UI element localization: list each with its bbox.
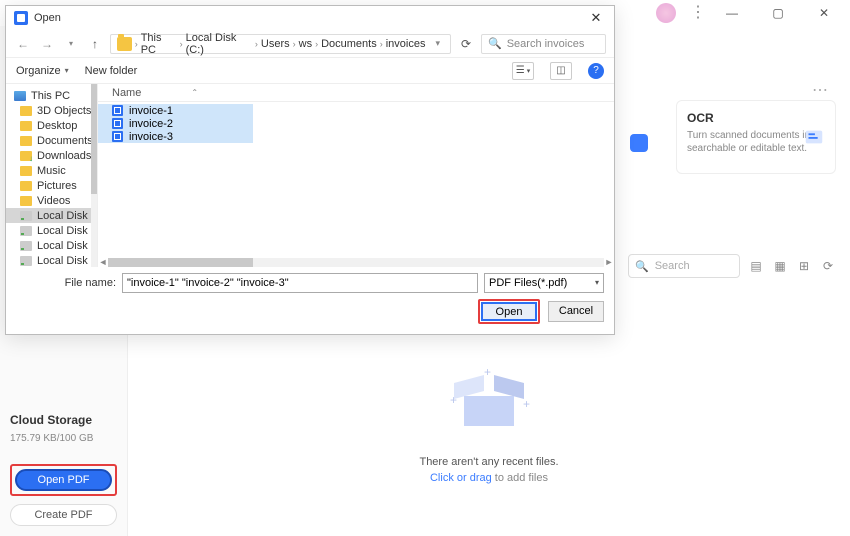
breadcrumb-item[interactable]: ws	[299, 38, 312, 50]
scroll-thumb[interactable]	[108, 258, 253, 267]
dialog-nav: ← → ▾ ↑ › This PC› Local Disk (C:)› User…	[6, 30, 614, 58]
search-icon: 🔍	[635, 260, 649, 273]
search-placeholder: Search	[655, 260, 690, 272]
breadcrumb-item[interactable]: Local Disk (C:)	[186, 32, 252, 56]
open-dialog: Open ✕ ← → ▾ ↑ › This PC› Local Disk (C:…	[5, 5, 615, 335]
grid-view-icon[interactable]: ▦	[772, 259, 788, 273]
dialog-footer: File name: PDF Files(*.pdf)▾ Open Cancel	[6, 267, 614, 335]
tree-local-e[interactable]: Local Disk (E:)	[6, 238, 97, 253]
ocr-feature-card[interactable]: OCR Turn scanned documents into searchab…	[676, 100, 836, 174]
folder-icon	[117, 37, 132, 51]
view-options: ▤ ▦ ⊞ ⟳	[748, 259, 836, 273]
dialog-button-row: Open Cancel	[16, 299, 604, 325]
tree-this-pc[interactable]: This PC	[6, 88, 97, 103]
nav-back-icon[interactable]: ←	[14, 37, 32, 51]
dialog-toolbar: Organize▾ New folder ☰▾ ◫ ?	[6, 58, 614, 84]
pdf-file-icon	[112, 105, 123, 116]
empty-text: There aren't any recent files.	[339, 456, 639, 468]
dialog-open-button[interactable]: Open	[481, 302, 537, 321]
ocr-title: OCR	[687, 111, 825, 125]
scroll-left-icon[interactable]: ◄	[98, 257, 108, 267]
breadcrumb[interactable]: › This PC› Local Disk (C:)› Users› ws› D…	[110, 34, 451, 54]
file-list-header[interactable]: Name ⌃	[98, 84, 614, 102]
dialog-search-input[interactable]: 🔍 Search invoices	[481, 34, 606, 54]
dialog-body: This PC 3D Objects Desktop Documents Dow…	[6, 84, 614, 267]
maximize-button[interactable]: ▢	[756, 2, 800, 24]
search-row: 🔍 Search ▤ ▦ ⊞ ⟳	[628, 254, 836, 278]
view-mode-button[interactable]: ☰▾	[512, 62, 534, 80]
organize-button[interactable]: Organize▾	[16, 65, 69, 77]
file-list-pane: Name ⌃ invoice-1 invoice-2 invoice-3 ◄ ►	[98, 84, 614, 267]
empty-state: + + + There aren't any recent files. Cli…	[339, 371, 639, 484]
file-list: invoice-1 invoice-2 invoice-3	[98, 102, 614, 258]
file-row[interactable]: invoice-3	[98, 130, 253, 143]
filename-label: File name:	[16, 277, 116, 289]
create-pdf-button[interactable]: Create PDF	[10, 504, 117, 526]
breadcrumb-item[interactable]: Users	[261, 38, 290, 50]
nav-up-icon[interactable]: ↑	[86, 37, 104, 51]
horizontal-scrollbar[interactable]: ◄ ►	[98, 258, 614, 267]
help-icon[interactable]: ?	[588, 63, 604, 79]
dialog-title: Open	[34, 12, 586, 24]
empty-box-icon: + + +	[454, 371, 524, 426]
feature-tile-icon[interactable]	[630, 134, 648, 152]
new-folder-button[interactable]: New folder	[85, 65, 138, 77]
open-button-highlight: Open	[478, 299, 540, 325]
search-icon: 🔍	[488, 37, 502, 50]
dialog-cancel-button[interactable]: Cancel	[548, 301, 604, 322]
open-pdf-highlight: Open PDF	[10, 464, 117, 496]
click-drag-link[interactable]: Click or drag	[430, 472, 492, 484]
folder-tree: This PC 3D Objects Desktop Documents Dow…	[6, 84, 98, 267]
ocr-icon	[803, 126, 825, 148]
pdf-app-icon	[14, 11, 28, 25]
nav-history-icon[interactable]: ▾	[62, 39, 80, 48]
pdf-file-icon	[112, 131, 123, 142]
tree-videos[interactable]: Videos	[6, 193, 97, 208]
filename-input[interactable]	[122, 273, 478, 293]
close-button[interactable]: ✕	[802, 2, 846, 24]
refresh-icon[interactable]: ⟳	[820, 259, 836, 273]
dialog-close-button[interactable]: ✕	[586, 10, 606, 26]
dialog-search-placeholder: Search invoices	[507, 38, 585, 50]
cloud-storage-label: Cloud Storage	[10, 413, 117, 427]
tree-pictures[interactable]: Pictures	[6, 178, 97, 193]
filename-row: File name: PDF Files(*.pdf)▾	[16, 273, 604, 293]
breadcrumb-dropdown-icon[interactable]: ▾	[431, 38, 444, 49]
scroll-right-icon[interactable]: ►	[604, 257, 614, 267]
tree-desktop[interactable]: Desktop	[6, 118, 97, 133]
tree-local-d[interactable]: Local Disk (D:)	[6, 223, 97, 238]
breadcrumb-item[interactable]: invoices	[386, 38, 426, 50]
sort-caret-icon[interactable]: ⌃	[191, 88, 198, 97]
more-options-icon[interactable]: ⋯	[812, 80, 830, 100]
tree-local-c[interactable]: Local Disk (C:)	[6, 208, 97, 223]
list-view-icon[interactable]: ▤	[748, 259, 764, 273]
nav-refresh-icon[interactable]: ⟳	[457, 37, 475, 51]
cloud-storage-size: 175.79 KB/100 GB	[10, 433, 117, 444]
tree-documents[interactable]: Documents	[6, 133, 97, 148]
file-row[interactable]: invoice-1	[98, 104, 253, 117]
filter-icon[interactable]: ⊞	[796, 259, 812, 273]
file-row[interactable]: invoice-2	[98, 117, 253, 130]
minimize-button[interactable]: —	[710, 2, 754, 24]
tree-downloads[interactable]: Downloads	[6, 148, 97, 163]
tree-scroll-thumb[interactable]	[91, 84, 97, 194]
search-input[interactable]: 🔍 Search	[628, 254, 740, 278]
open-pdf-button[interactable]: Open PDF	[15, 469, 112, 491]
breadcrumb-item[interactable]: This PC	[141, 32, 177, 56]
tree-music[interactable]: Music	[6, 163, 97, 178]
kebab-menu-icon[interactable]: ⋮	[688, 8, 708, 18]
nav-forward-icon[interactable]: →	[38, 37, 56, 51]
preview-pane-button[interactable]: ◫	[550, 62, 572, 80]
pdf-file-icon	[112, 118, 123, 129]
tree-local-f[interactable]: Local Disk (F:)	[6, 253, 97, 267]
avatar[interactable]	[656, 3, 676, 23]
column-name[interactable]: Name	[112, 87, 141, 99]
empty-link: Click or drag to add files	[339, 472, 639, 484]
breadcrumb-item[interactable]: Documents	[321, 38, 377, 50]
tree-3d-objects[interactable]: 3D Objects	[6, 103, 97, 118]
dialog-titlebar: Open ✕	[6, 6, 614, 30]
filetype-select[interactable]: PDF Files(*.pdf)▾	[484, 273, 604, 293]
